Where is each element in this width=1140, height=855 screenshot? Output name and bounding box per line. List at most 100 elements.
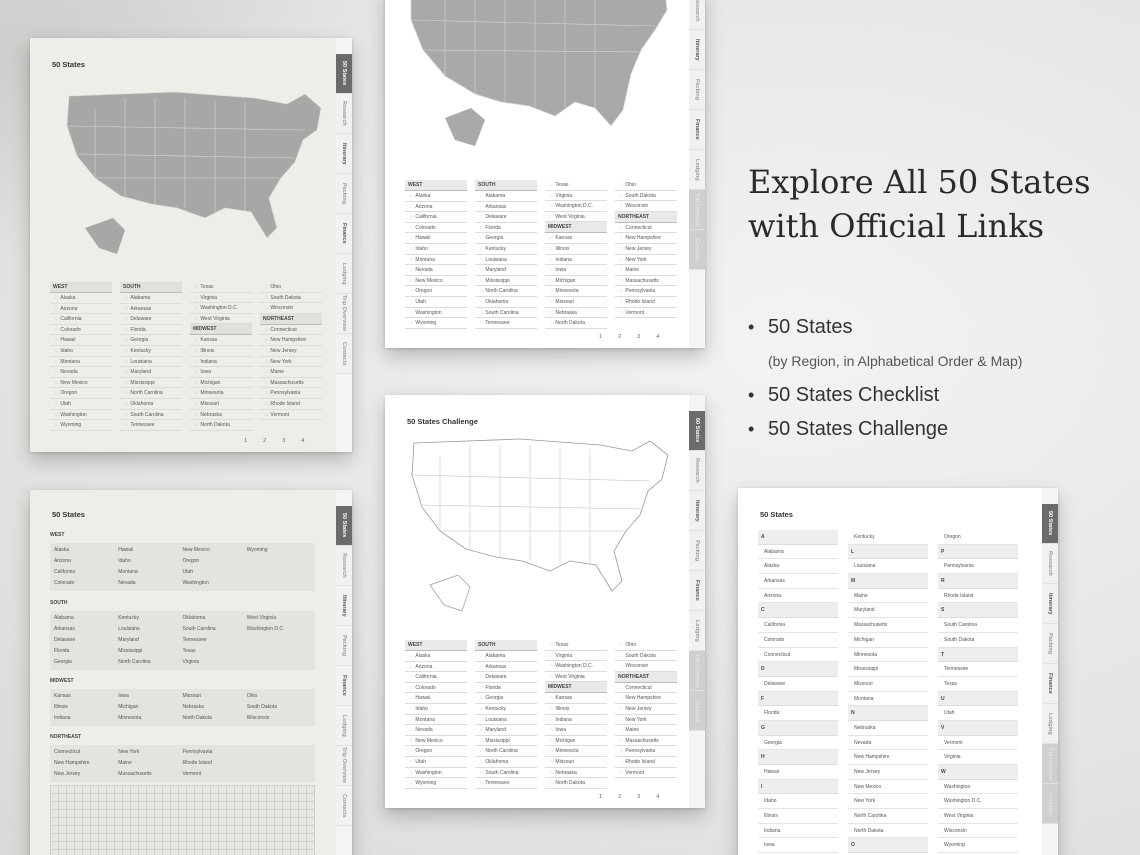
tab-contacts[interactable]: Contacts — [689, 230, 705, 270]
state-checklist-row[interactable]: South Carolina — [120, 410, 182, 421]
tab-itinerary[interactable]: Itinerary — [336, 586, 352, 626]
state-checklist-row[interactable]: West Virginia — [545, 672, 607, 683]
state-checklist-row[interactable]: Ohio — [615, 640, 677, 651]
state-checklist-row[interactable]: Delaware — [120, 314, 182, 325]
state-checklist-row[interactable]: Kentucky — [475, 704, 537, 715]
state-checklist-row[interactable]: Pennsylvania — [615, 746, 677, 757]
state-cell[interactable]: Florida — [54, 647, 118, 656]
state-cell[interactable]: Pennsylvania — [183, 748, 247, 757]
state-cell[interactable]: New York — [118, 748, 182, 757]
state-row[interactable]: Illinois — [758, 809, 838, 824]
tab-packing[interactable]: Packing — [336, 174, 352, 214]
state-checklist-row[interactable]: Florida — [475, 683, 537, 694]
state-checklist-row[interactable]: Maine — [260, 367, 322, 378]
state-checklist-row[interactable]: Vermont — [615, 768, 677, 779]
state-checklist-row[interactable]: Nebraska — [190, 410, 252, 421]
state-row[interactable]: Virginia — [938, 750, 1018, 765]
state-row[interactable]: Missouri — [848, 677, 928, 692]
state-cell[interactable]: Missouri — [183, 692, 247, 701]
state-cell[interactable]: Alabama — [54, 614, 118, 623]
state-cell[interactable]: California — [54, 568, 118, 577]
tab-finance[interactable]: Finance — [689, 571, 705, 611]
state-checklist-row[interactable]: Arizona — [405, 662, 467, 673]
page-number[interactable]: 4 — [656, 334, 659, 340]
state-checklist-row[interactable]: Alabama — [120, 293, 182, 304]
state-checklist-row[interactable]: Louisiana — [475, 715, 537, 726]
state-checklist-row[interactable]: Michigan — [545, 736, 607, 747]
state-row[interactable]: Oregon — [938, 530, 1018, 545]
tab-itinerary[interactable]: Itinerary — [1042, 584, 1058, 624]
state-checklist-row[interactable]: Massachusetts — [615, 736, 677, 747]
state-checklist-row[interactable]: New Hampshire — [615, 233, 677, 244]
state-checklist-row[interactable]: Louisiana — [475, 255, 537, 266]
state-checklist-row[interactable]: California — [405, 672, 467, 683]
state-row[interactable]: Iowa — [758, 838, 838, 854]
state-checklist-row[interactable]: Colorado — [405, 683, 467, 694]
state-checklist-row[interactable]: Washington — [405, 768, 467, 779]
page-number[interactable]: 2 — [618, 334, 621, 340]
state-checklist-row[interactable]: Nebraska — [545, 308, 607, 319]
state-cell[interactable]: Arizona — [54, 557, 118, 566]
state-cell[interactable]: Washington — [183, 579, 247, 588]
state-cell[interactable]: North Dakota — [183, 714, 247, 723]
state-checklist-row[interactable]: Tennessee — [475, 318, 537, 329]
tab-research[interactable]: Research — [1042, 544, 1058, 584]
state-row[interactable]: Mississippi — [848, 662, 928, 677]
state-checklist-row[interactable]: New Hampshire — [615, 693, 677, 704]
state-checklist-row[interactable]: Hawaii — [50, 335, 112, 346]
state-checklist-row[interactable]: Colorado — [405, 223, 467, 234]
state-cell[interactable]: Colorado — [54, 579, 118, 588]
state-row[interactable]: Nevada — [848, 736, 928, 751]
state-checklist-row[interactable]: Florida — [475, 223, 537, 234]
state-checklist-row[interactable]: Wisconsin — [615, 661, 677, 672]
state-checklist-row[interactable]: Hawaii — [405, 693, 467, 704]
state-row[interactable]: Texas — [938, 677, 1018, 692]
state-checklist-row[interactable]: South Dakota — [615, 651, 677, 662]
state-checklist-row[interactable]: Arizona — [50, 304, 112, 315]
state-checklist-row[interactable]: Tennessee — [120, 420, 182, 431]
state-checklist-row[interactable]: South Dakota — [615, 191, 677, 202]
tab-contacts[interactable]: Contacts — [336, 786, 352, 826]
state-checklist-row[interactable]: Maryland — [120, 367, 182, 378]
state-row[interactable]: Wisconsin — [938, 824, 1018, 839]
tab-itinerary[interactable]: Itinerary — [689, 491, 705, 531]
page-number[interactable]: 3 — [637, 334, 640, 340]
tab-contacts[interactable]: Contacts — [336, 334, 352, 374]
state-row[interactable]: Idaho — [758, 794, 838, 810]
state-checklist-row[interactable]: Wyoming — [50, 420, 112, 431]
page-number[interactable]: 1 — [244, 438, 247, 444]
state-checklist-row[interactable]: Vermont — [615, 308, 677, 319]
tab-lodging[interactable]: Lodging — [336, 706, 352, 746]
state-checklist-row[interactable]: New Mexico — [405, 736, 467, 747]
state-checklist-row[interactable]: New Jersey — [260, 346, 322, 357]
tab-50-states[interactable]: 50 States — [336, 506, 352, 546]
state-cell[interactable]: Massachusetts — [118, 770, 182, 779]
state-checklist-row[interactable]: Alaska — [50, 293, 112, 304]
state-row[interactable]: North Dakota — [848, 824, 928, 839]
state-checklist-row[interactable]: Illinois — [545, 244, 607, 255]
state-cell[interactable]: Washington D.C. — [247, 625, 311, 634]
state-checklist-row[interactable]: Washington — [50, 410, 112, 421]
state-checklist-row[interactable]: Connecticut — [615, 223, 677, 234]
state-checklist-row[interactable]: Minnesota — [190, 388, 252, 399]
tab-50-states[interactable]: 50 States — [689, 411, 705, 451]
state-row[interactable]: Indiana — [758, 824, 838, 839]
state-cell[interactable]: Maryland — [118, 636, 182, 645]
state-cell[interactable]: New Mexico — [183, 546, 247, 555]
state-checklist-row[interactable]: New Jersey — [615, 704, 677, 715]
state-row[interactable]: Massachusetts — [848, 618, 928, 633]
state-checklist-row[interactable]: Maine — [615, 265, 677, 276]
tab-packing[interactable]: Packing — [689, 531, 705, 571]
state-checklist-row[interactable]: Massachusetts — [260, 378, 322, 389]
state-checklist-row[interactable]: Delaware — [475, 212, 537, 223]
tab-trip-overview[interactable]: Trip Overview — [1042, 744, 1058, 784]
state-row[interactable]: New York — [848, 794, 928, 810]
state-row[interactable]: South Carolina — [938, 618, 1018, 633]
state-cell[interactable]: Wyoming — [247, 546, 311, 555]
state-checklist-row[interactable]: Wyoming — [405, 318, 467, 329]
state-checklist-row[interactable]: Nevada — [405, 265, 467, 276]
state-checklist-row[interactable]: Indiana — [545, 255, 607, 266]
state-cell[interactable]: Nevada — [118, 579, 182, 588]
state-checklist-row[interactable]: Ohio — [260, 282, 322, 293]
state-checklist-row[interactable]: Missouri — [545, 757, 607, 768]
